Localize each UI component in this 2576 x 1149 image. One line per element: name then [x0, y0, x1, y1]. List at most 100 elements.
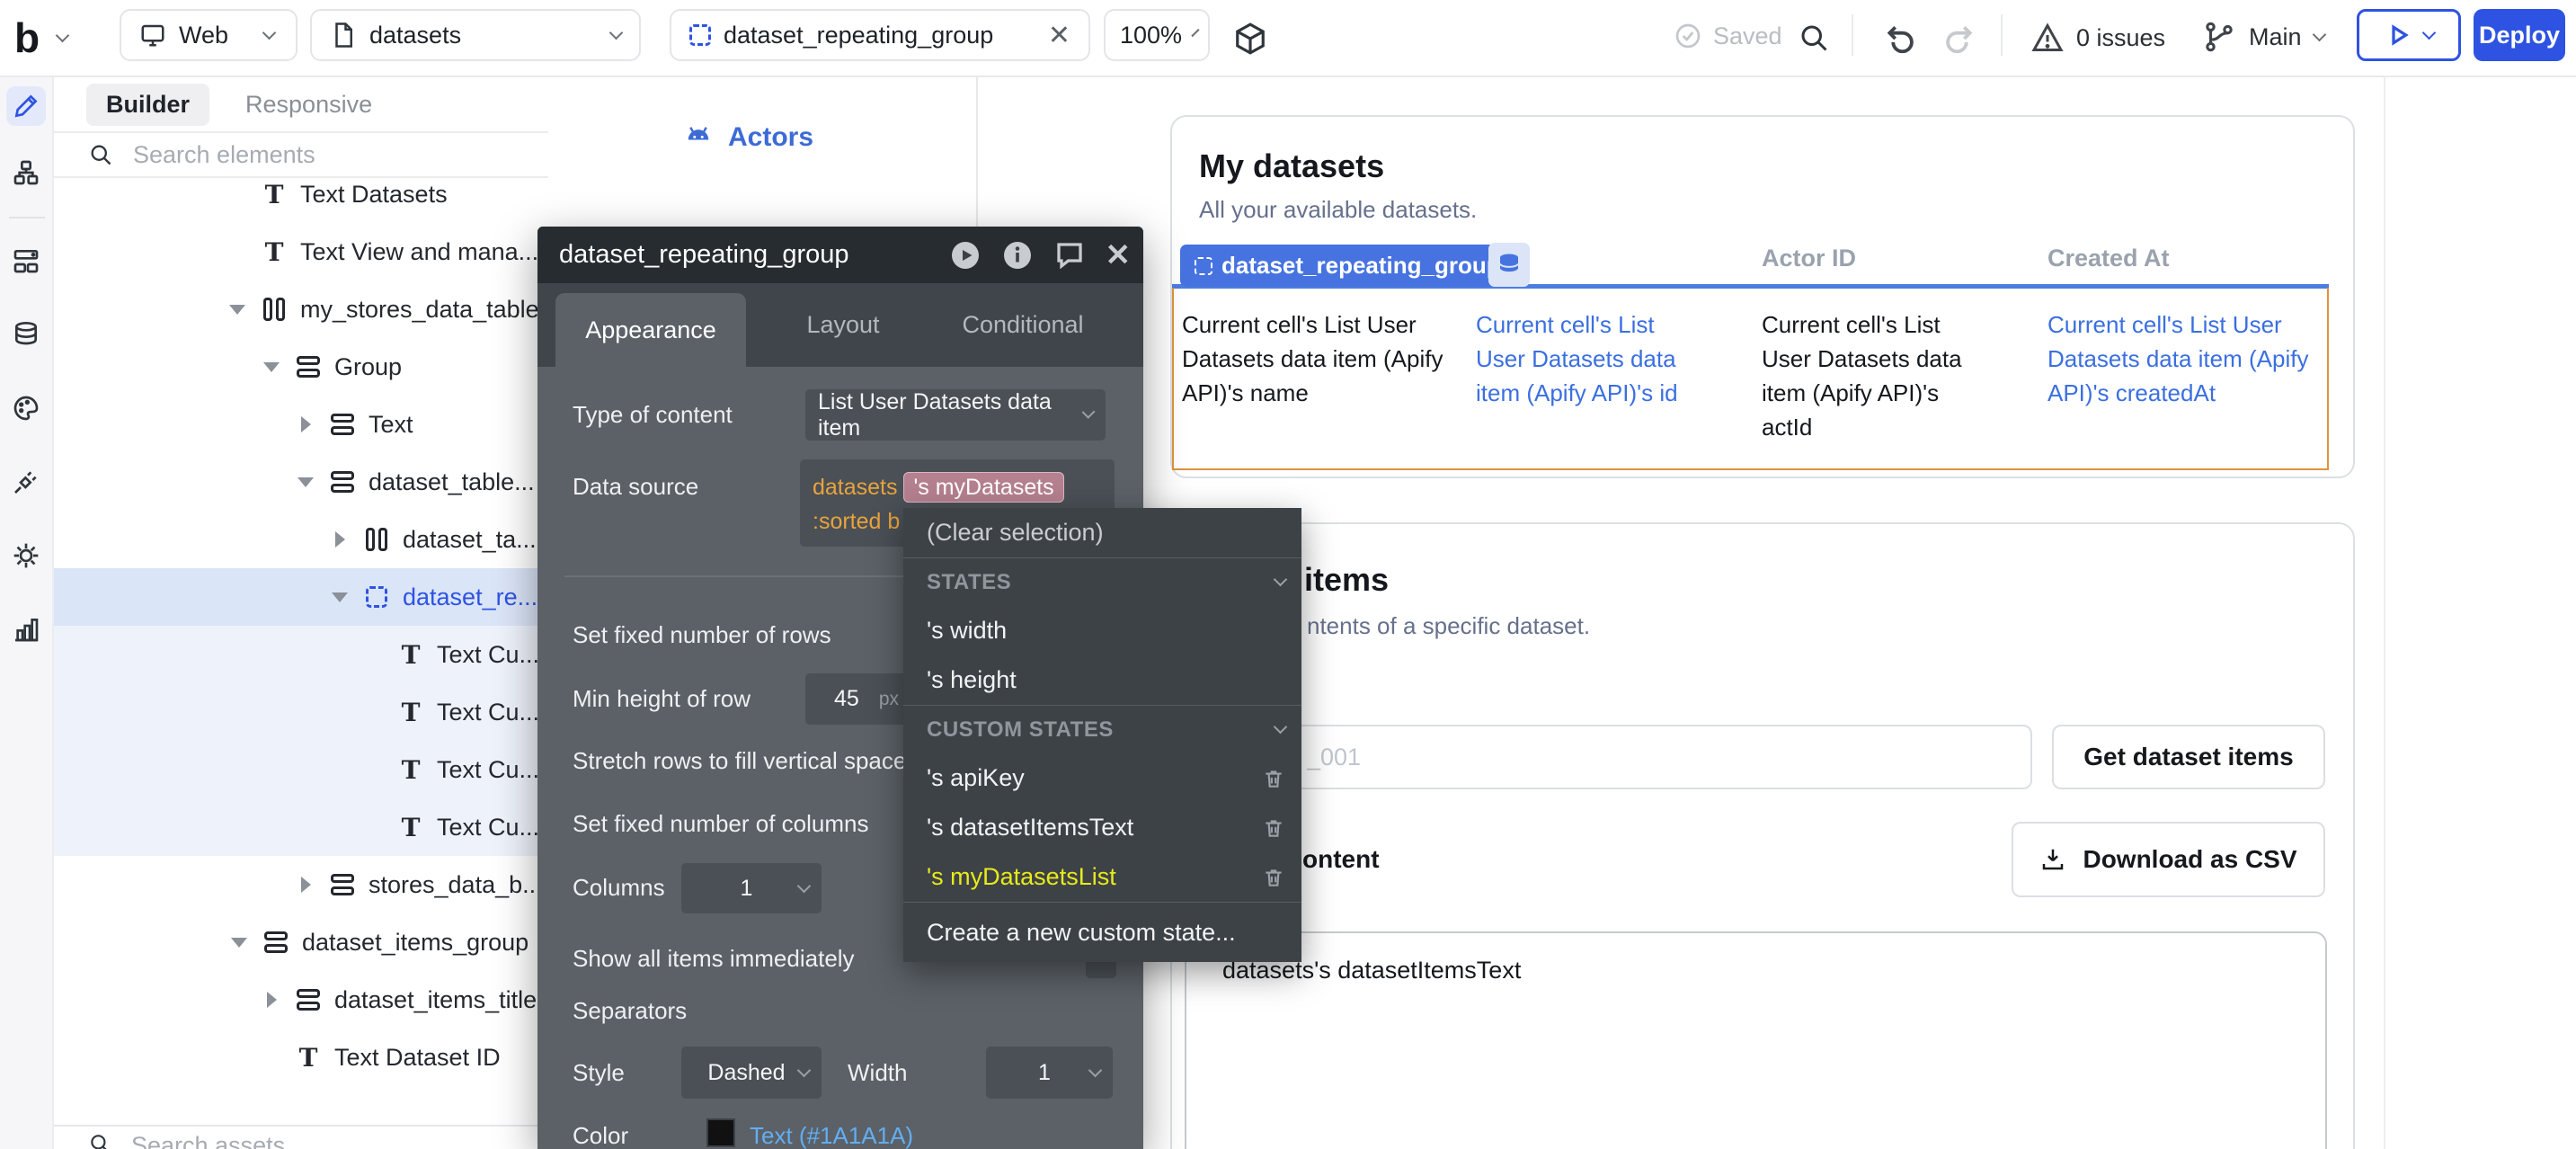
- color-swatch[interactable]: [706, 1118, 735, 1147]
- rail-logs-button[interactable]: [6, 610, 46, 649]
- tree-item[interactable]: dataset_items_group: [54, 913, 548, 971]
- rail-settings-button[interactable]: [6, 536, 46, 575]
- menu-item-datasetitemstext[interactable]: 's datasetItemsText: [903, 803, 1301, 852]
- close-icon[interactable]: ✕: [1048, 20, 1070, 51]
- dataset-id-input[interactable]: [1185, 725, 2032, 789]
- columns-select[interactable]: 1: [681, 863, 822, 913]
- info-icon[interactable]: [1001, 239, 1034, 272]
- expand-arrow-icon[interactable]: [329, 531, 351, 548]
- rail-workflow-button[interactable]: [6, 153, 46, 192]
- style-select[interactable]: Dashed: [681, 1047, 822, 1099]
- dataset-content-box[interactable]: datasets's datasetItemsText: [1185, 931, 2327, 1149]
- menu-header-states[interactable]: STATES: [903, 558, 1301, 606]
- rail-plugins-button[interactable]: [6, 462, 46, 502]
- collapse-arrow-icon[interactable]: [228, 938, 250, 948]
- undo-icon[interactable]: [1884, 22, 1918, 56]
- search-icon[interactable]: [1798, 22, 1830, 54]
- menu-item-clear-selection[interactable]: (Clear selection): [903, 508, 1301, 557]
- tree-item[interactable]: dataset_table...: [54, 453, 548, 511]
- collapse-arrow-icon[interactable]: [227, 305, 248, 315]
- close-icon[interactable]: ✕: [1106, 237, 1132, 273]
- tree-item-label: Text Cu...: [437, 699, 539, 726]
- rg-cell-id[interactable]: Current cell's List User Datasets data i…: [1476, 307, 1705, 410]
- search-assets-input[interactable]: [131, 1132, 473, 1149]
- rail-styles-button[interactable]: [6, 388, 46, 428]
- tree-item[interactable]: dataset_re...: [54, 568, 548, 626]
- tree-item[interactable]: TText Datasets: [54, 178, 548, 223]
- search-elements-input[interactable]: [133, 141, 475, 169]
- rail-components-button[interactable]: [6, 241, 46, 281]
- package-icon[interactable]: [1233, 22, 1267, 56]
- zoom-select[interactable]: 100%: [1104, 9, 1210, 61]
- trash-icon[interactable]: [1262, 866, 1285, 889]
- rail-data-button[interactable]: [6, 315, 46, 354]
- branch-select[interactable]: Main: [2202, 20, 2324, 54]
- tree-item[interactable]: Text: [54, 396, 548, 453]
- tree-item[interactable]: TText Cu...: [54, 741, 548, 798]
- rg-cell-actid[interactable]: Current cell's List User Datasets data i…: [1762, 307, 1991, 444]
- menu-item-create-custom-state[interactable]: Create a new custom state...: [903, 903, 1301, 962]
- chevron-down-icon: [1191, 28, 1199, 36]
- deploy-button[interactable]: Deploy: [2474, 9, 2565, 61]
- type-of-content-select[interactable]: List User Datasets data item: [805, 389, 1106, 441]
- menu-item-apikey[interactable]: 's apiKey: [903, 753, 1301, 803]
- tree-item[interactable]: Group: [54, 338, 548, 396]
- min-height-input[interactable]: 45 px: [805, 673, 908, 725]
- property-editor-titlebar[interactable]: dataset_repeating_group ✕: [537, 227, 1143, 283]
- play-icon: [2385, 22, 2412, 49]
- tree-item[interactable]: dataset_items_in...: [54, 1086, 548, 1100]
- expand-arrow-icon[interactable]: [295, 877, 316, 893]
- element-tab[interactable]: dataset_repeating_group ✕: [670, 9, 1090, 61]
- tree-item[interactable]: my_stores_data_table: [54, 281, 548, 338]
- menu-item-mydatasetslist[interactable]: 's myDatasetsList: [903, 852, 1301, 902]
- mode-select[interactable]: Web: [120, 9, 298, 61]
- play-icon[interactable]: [949, 239, 982, 272]
- menu-header-custom-states[interactable]: CUSTOM STATES: [903, 706, 1301, 753]
- rg-cell-createdat[interactable]: Current cell's List User Datasets data i…: [2047, 307, 2331, 410]
- collapse-arrow-icon[interactable]: [329, 592, 351, 602]
- tree-item-label: Group: [334, 353, 402, 381]
- trash-icon[interactable]: [1262, 767, 1285, 790]
- tree-item[interactable]: dataset_ta...: [54, 511, 548, 568]
- width-select[interactable]: 1: [986, 1047, 1113, 1099]
- repeating-group-icon: [363, 583, 390, 610]
- collapse-arrow-icon[interactable]: [295, 477, 316, 487]
- bubble-logo[interactable]: b: [14, 13, 40, 63]
- data-source-chip[interactable]: [1488, 243, 1530, 287]
- tab-appearance[interactable]: Appearance: [555, 293, 746, 367]
- issues-indicator[interactable]: 0 issues: [2031, 22, 2165, 54]
- expression-token[interactable]: 's myDatasets: [903, 472, 1063, 503]
- rail-design-button[interactable]: [6, 86, 46, 126]
- canvas-nav-actors[interactable]: Actors: [685, 122, 813, 153]
- color-value-link[interactable]: Text (#1A1A1A): [750, 1122, 913, 1149]
- tab-responsive[interactable]: Responsive: [245, 91, 372, 119]
- tree-item[interactable]: TText View and mana...: [54, 223, 548, 281]
- menu-item-height[interactable]: 's height: [903, 655, 1301, 705]
- comment-icon[interactable]: [1053, 239, 1086, 272]
- column-header-actor-id: Actor ID: [1762, 245, 1856, 272]
- menu-item-width[interactable]: 's width: [903, 606, 1301, 655]
- trash-icon[interactable]: [1262, 816, 1285, 840]
- tree-item[interactable]: TText Cu...: [54, 683, 548, 741]
- download-csv-button[interactable]: Download as CSV: [2012, 822, 2325, 897]
- chevron-down-icon: [2421, 25, 2436, 40]
- page-select[interactable]: datasets: [310, 9, 641, 61]
- tree-item-label: dataset_table...: [369, 468, 535, 496]
- rg-cell-name[interactable]: Current cell's List User Datasets data i…: [1182, 307, 1465, 410]
- get-dataset-items-button[interactable]: Get dataset items: [2052, 725, 2325, 789]
- tree-item[interactable]: stores_data_b...: [54, 856, 548, 913]
- tree-item-label: Text Cu...: [437, 814, 539, 842]
- selected-element-badge[interactable]: dataset_repeating_group: [1180, 245, 1515, 287]
- collapse-arrow-icon[interactable]: [261, 362, 282, 372]
- tab-conditional[interactable]: Conditional: [933, 283, 1113, 367]
- tree-item[interactable]: TText Cu...: [54, 626, 548, 683]
- tab-builder[interactable]: Builder: [86, 84, 209, 126]
- redo-icon[interactable]: [1941, 22, 1976, 56]
- tree-item[interactable]: TText Cu...: [54, 798, 548, 856]
- expand-arrow-icon[interactable]: [261, 992, 282, 1008]
- tree-item[interactable]: dataset_items_title: [54, 971, 548, 1029]
- tab-layout[interactable]: Layout: [771, 283, 915, 367]
- expand-arrow-icon[interactable]: [295, 416, 316, 432]
- preview-button[interactable]: [2357, 9, 2461, 61]
- tree-item[interactable]: TText Dataset ID: [54, 1029, 548, 1086]
